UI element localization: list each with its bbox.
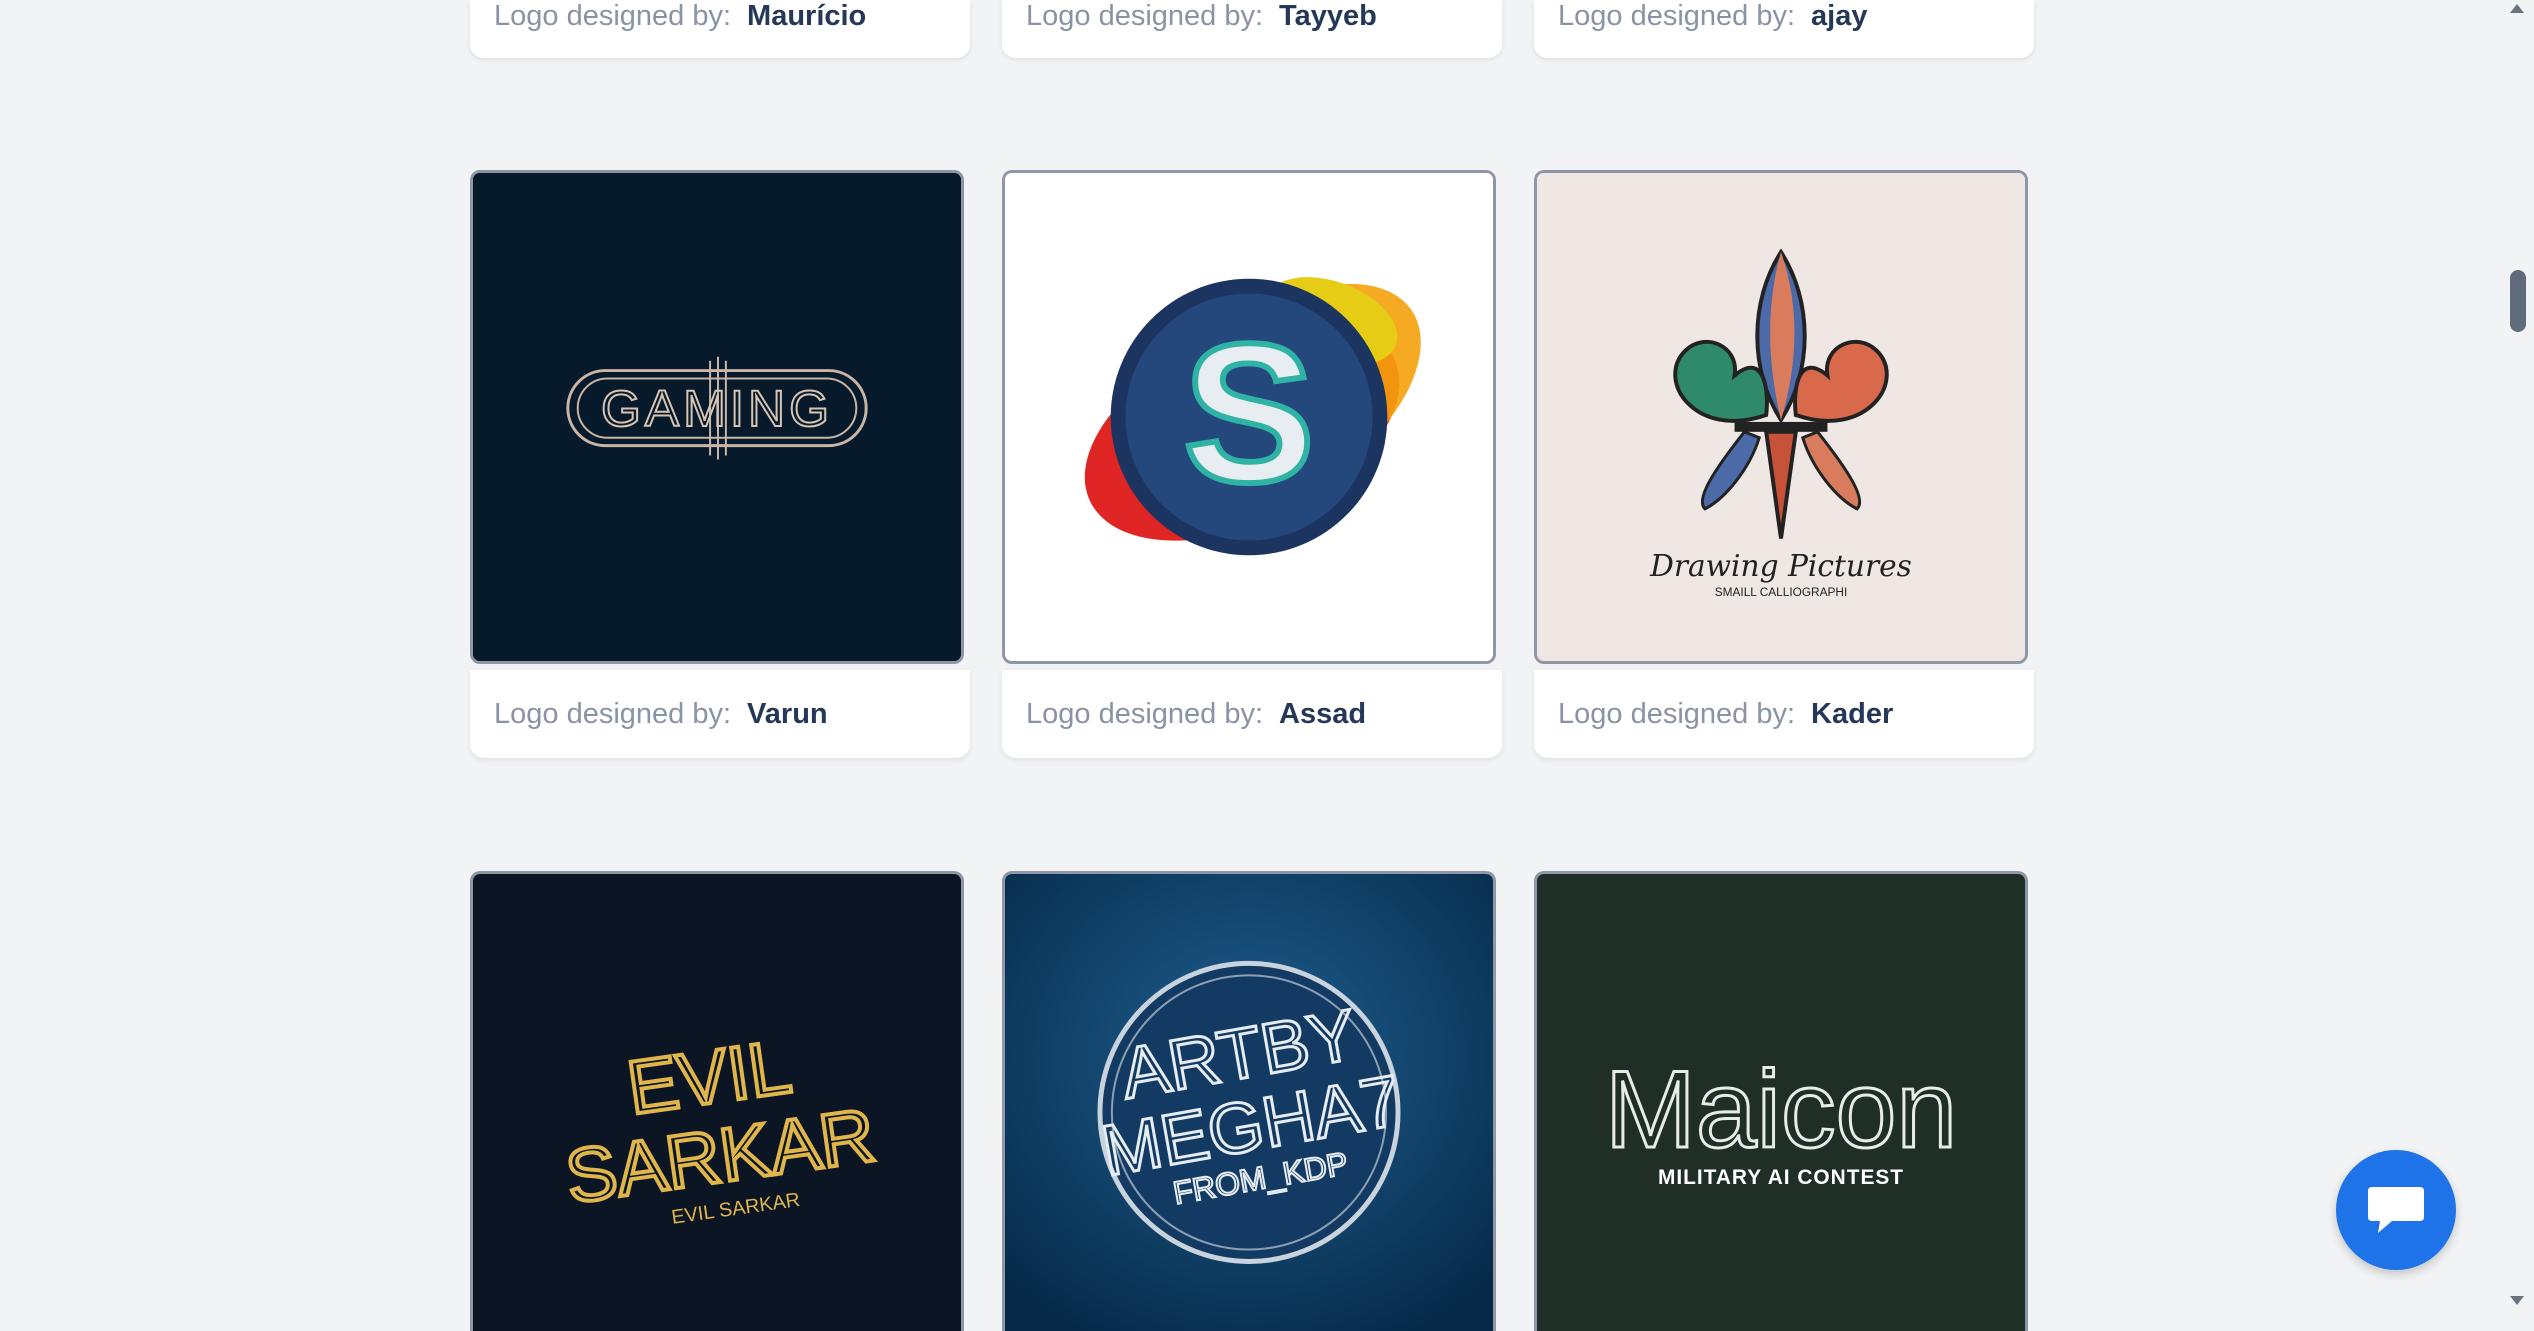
logo-subtext: MILITARY AI CONTEST (1658, 1166, 1904, 1189)
chat-button[interactable] (2336, 1150, 2456, 1270)
caption-label: Logo designed by: (1026, 697, 1264, 730)
designer-name[interactable]: ajay (1811, 0, 1867, 33)
logo-image-gaming[interactable]: GAMING (470, 170, 964, 664)
caption-label: Logo designed by: (494, 0, 732, 32)
scroll-up-arrow-icon[interactable] (2510, 4, 2524, 13)
designer-name[interactable]: Maurício (747, 0, 866, 33)
designer-name[interactable]: Assad (1279, 698, 1366, 731)
logo-text: Drawing Pictures (1649, 548, 1912, 583)
logo-subtext: SMAILL CALLIOGRAPHI (1715, 585, 1848, 599)
caption-label: Logo designed by: (1558, 0, 1796, 32)
caption-label: Logo designed by: (1026, 0, 1264, 32)
scrollbar[interactable] (2500, 0, 2534, 1310)
logo-image-s-sphere[interactable]: S (1002, 170, 1496, 664)
scroll-down-arrow-icon[interactable] (2510, 1296, 2524, 1305)
logo-text: S (1183, 302, 1315, 523)
caption-label: Logo designed by: (494, 697, 732, 730)
logo-caption: Logo designed by: Kader (1534, 670, 2034, 758)
logo-image-maicon[interactable]: Maicon MILITARY AI CONTEST (1534, 871, 2028, 1331)
logo-caption: Logo designed by: ajay (1534, 0, 2034, 58)
scrollbar-thumb[interactable] (2510, 270, 2526, 332)
logo-text: GAMING (601, 380, 833, 437)
logo-caption: Logo designed by: Tayyeb (1002, 0, 1502, 58)
logo-image-fleur-de-lis[interactable]: Drawing Pictures SMAILL CALLIOGRAPHI (1534, 170, 2028, 664)
logo-image-evil-sarkar[interactable]: EVIL SARKAR EVIL SARKAR (470, 871, 964, 1331)
designer-name[interactable]: Varun (747, 698, 828, 731)
designer-name[interactable]: Kader (1811, 698, 1893, 731)
logo-caption: Logo designed by: Maurício (470, 0, 970, 58)
logo-caption: Logo designed by: Varun (470, 670, 970, 758)
caption-label: Logo designed by: (1558, 697, 1796, 730)
logo-image-artby-megha7[interactable]: ARTBY MEGHA7 FROM_KDP (1002, 871, 1496, 1331)
logo-text: Maicon (1605, 1049, 1957, 1171)
designer-name[interactable]: Tayyeb (1279, 0, 1377, 33)
chat-bubble-icon (2368, 1187, 2424, 1233)
logo-gallery: Logo designed by: Maurício Logo designed… (0, 0, 2500, 1331)
logo-caption: Logo designed by: Assad (1002, 670, 1502, 758)
